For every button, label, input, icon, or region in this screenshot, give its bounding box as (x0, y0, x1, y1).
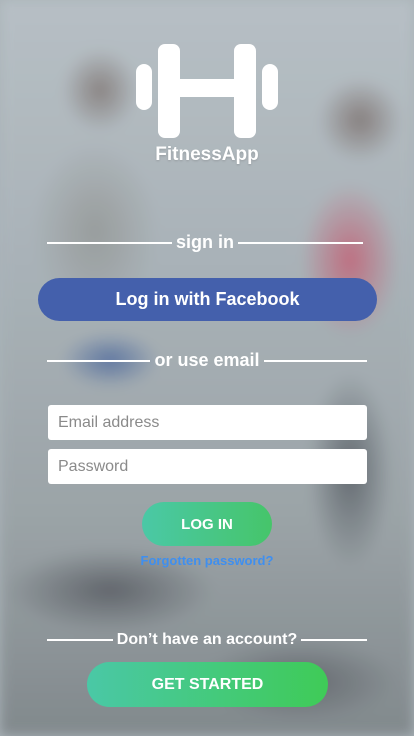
app-logo: FitnessApp (0, 40, 414, 170)
no-account-label: Don’t have an account? (116, 631, 298, 648)
dumbbell-icon (136, 44, 278, 138)
divider-line (47, 241, 172, 244)
facebook-login-button[interactable]: Log in with Facebook (38, 278, 377, 321)
divider-line (47, 639, 113, 641)
get-started-button[interactable]: GET STARTED (87, 662, 328, 707)
divider-line (238, 241, 363, 244)
divider-line (301, 639, 367, 641)
login-screen: FitnessApp sign in Log in with Facebook … (0, 0, 414, 736)
email-divider-label: or use email (154, 350, 260, 370)
signup-divider: Don’t have an account? (47, 631, 367, 649)
password-field[interactable] (48, 449, 367, 484)
sign-in-divider: sign in (47, 232, 363, 253)
forgot-password-link[interactable]: Forgotten password? (0, 553, 414, 568)
sign-in-label: sign in (176, 232, 234, 252)
divider-line (263, 359, 368, 362)
login-button[interactable]: LOG IN (142, 502, 272, 546)
email-divider: or use email (47, 350, 368, 371)
divider-line (47, 359, 151, 362)
app-name: FitnessApp (155, 144, 259, 165)
email-field[interactable] (48, 405, 367, 440)
